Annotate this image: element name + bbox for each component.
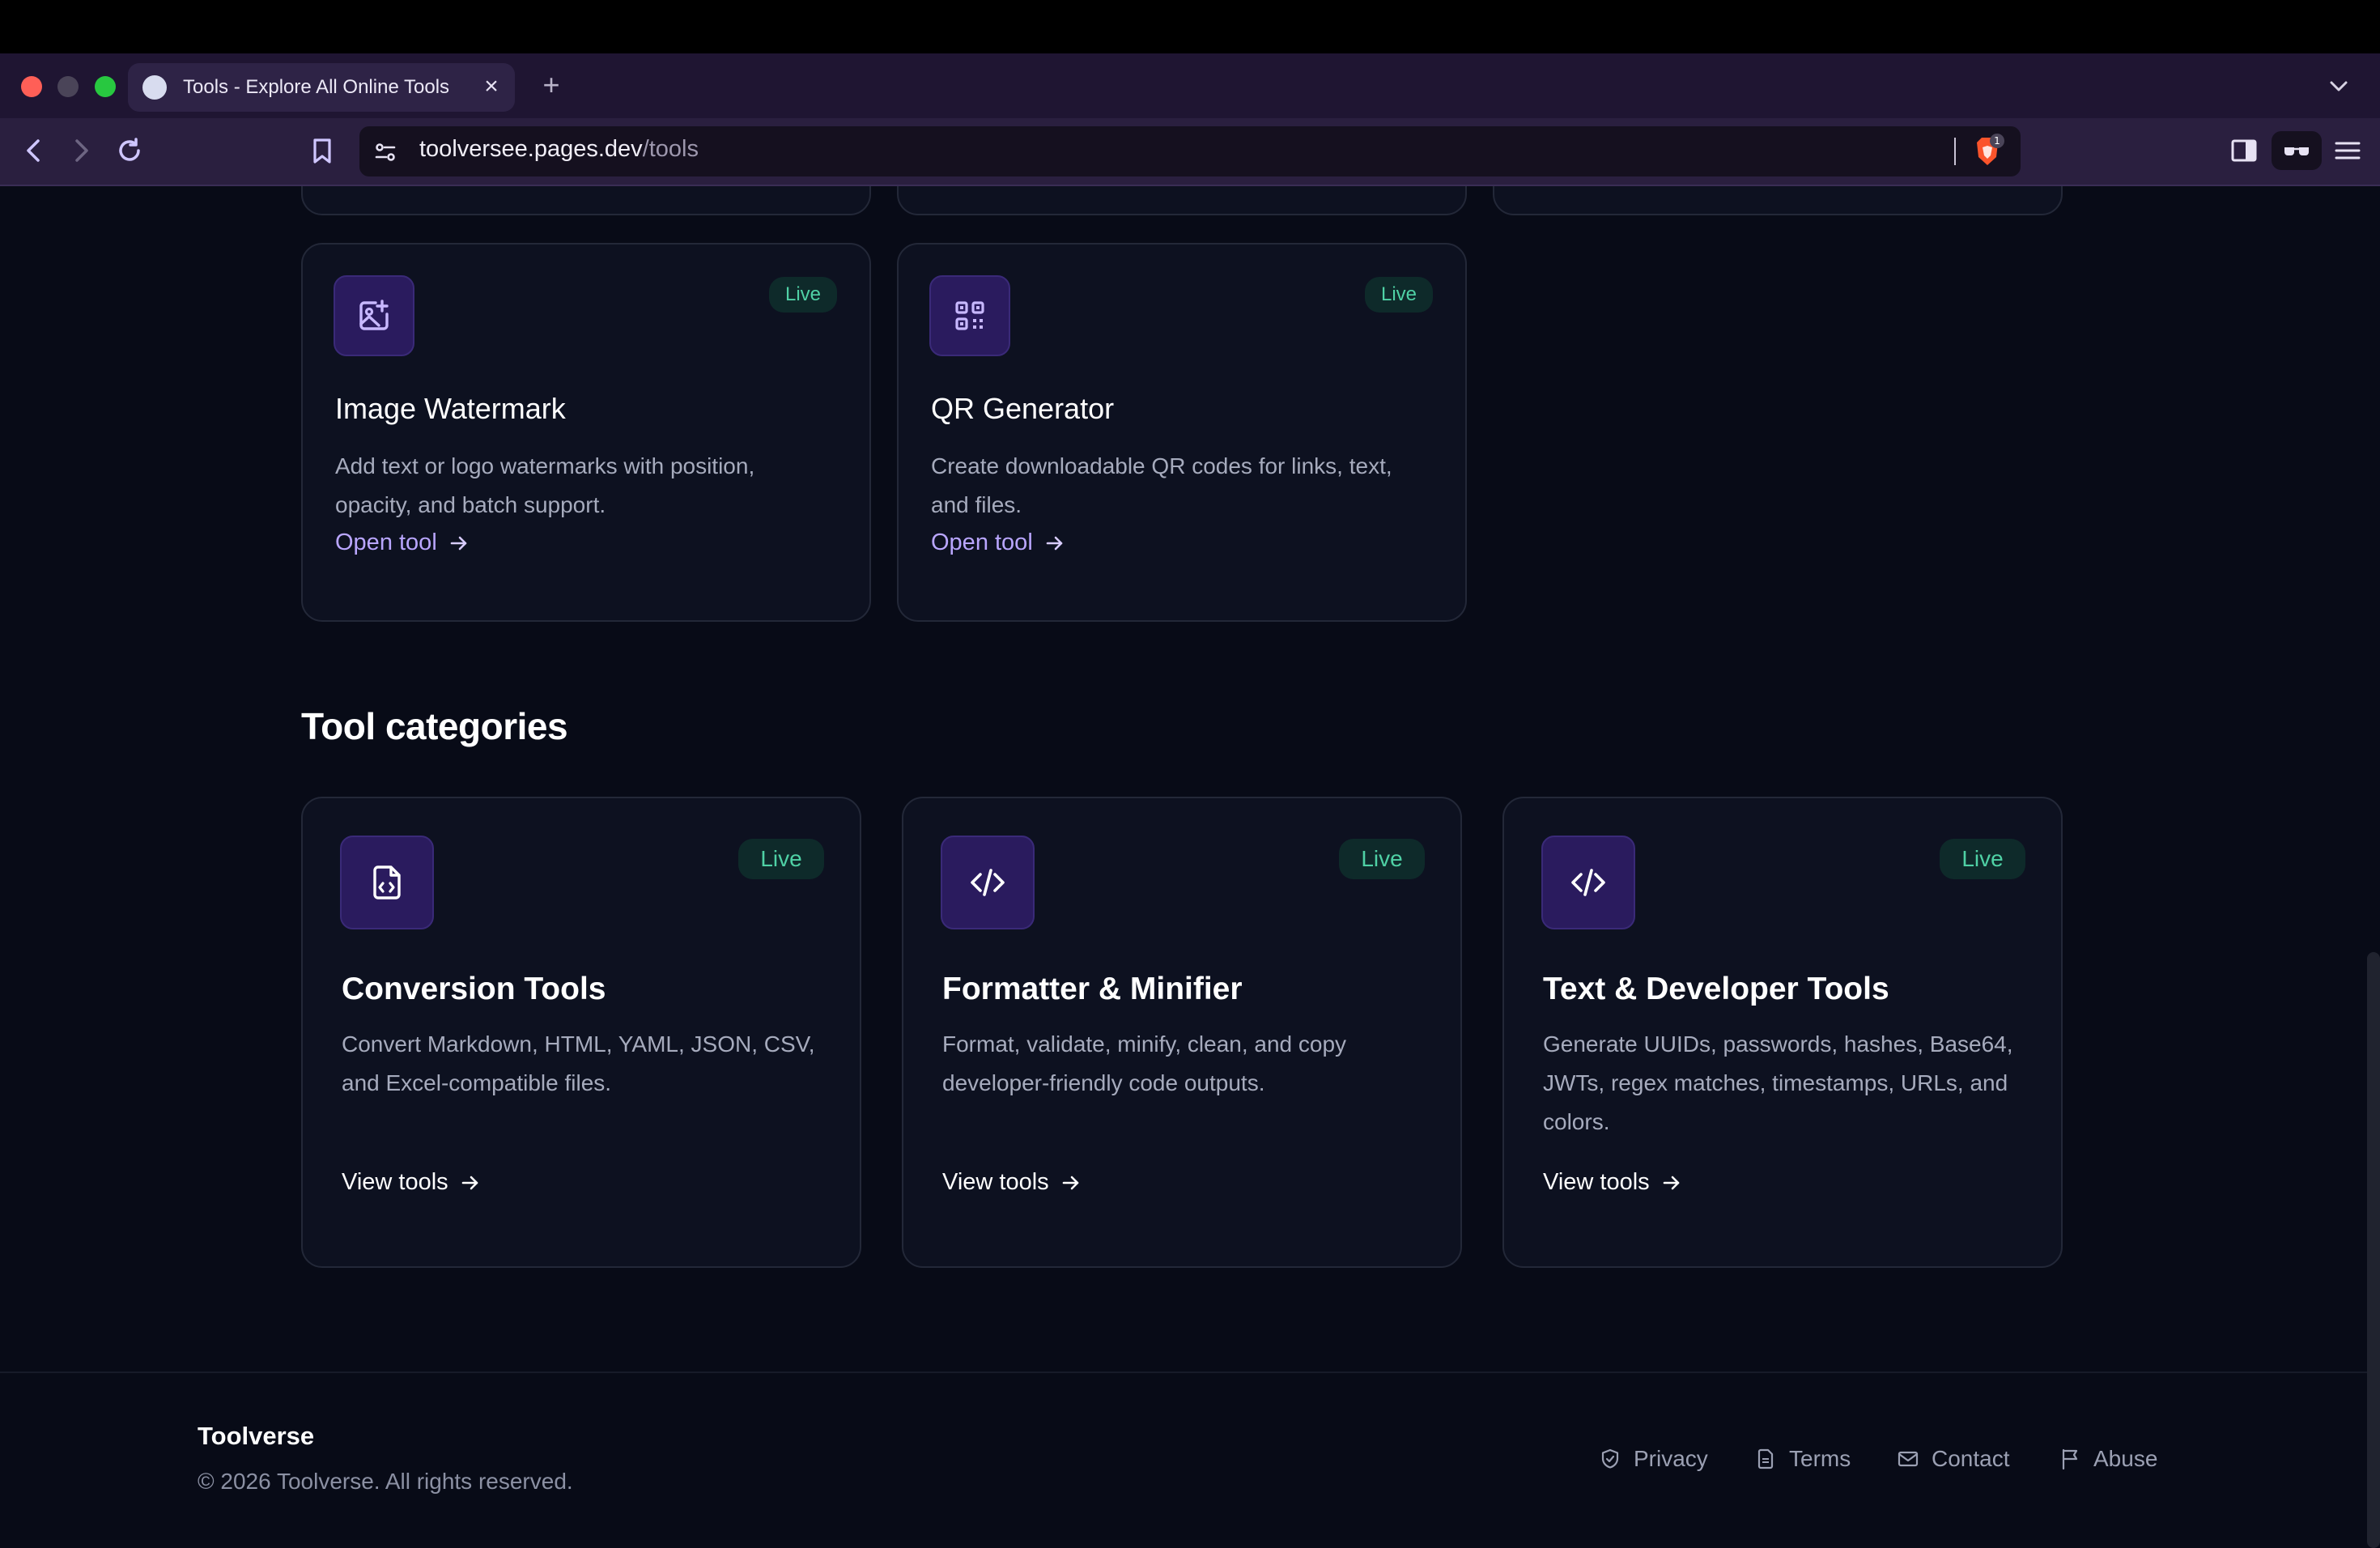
tool-icon-box: [334, 275, 414, 356]
footer-link-label: Terms: [1789, 1446, 1851, 1471]
category-description: Generate UUIDs, passwords, hashes, Base6…: [1543, 1031, 2013, 1134]
arrow-right-icon: [1062, 1176, 1078, 1189]
menu-icon[interactable]: [2331, 134, 2364, 167]
shield-icon: [1601, 1448, 1619, 1469]
brave-shields-icon[interactable]: 1: [1970, 133, 2004, 170]
image-plus-icon: [359, 300, 389, 330]
section-title: Tool categories: [301, 705, 568, 747]
footer-link-terms[interactable]: Terms: [1753, 1446, 1851, 1472]
open-tool-link[interactable]: Open tool: [335, 529, 470, 556]
category-description: Format, validate, minify, clean, and cop…: [942, 1031, 1347, 1095]
sidebar-toggle-icon[interactable]: [2228, 134, 2260, 167]
status-badge: Live: [1339, 839, 1425, 879]
footer-link-contact[interactable]: Contact: [1896, 1446, 2010, 1472]
footer-brand[interactable]: Toolverse: [198, 1422, 314, 1451]
page-viewport: Live Image Watermark Add text or logo wa…: [0, 186, 2380, 1548]
footer-link-privacy[interactable]: Privacy: [1598, 1446, 1708, 1472]
tool-icon-box: [929, 275, 1010, 356]
back-icon[interactable]: [18, 134, 50, 167]
category-title: Conversion Tools: [342, 972, 606, 1006]
qr-code-icon: [955, 301, 984, 330]
category-title: Formatter & Minifier: [942, 972, 1243, 1006]
footer-link-label: Abuse: [2093, 1446, 2158, 1471]
new-tab-button[interactable]: +: [538, 70, 565, 100]
tool-card-image-watermark[interactable]: Live Image Watermark Add text or logo wa…: [301, 243, 871, 622]
minimize-window-button[interactable]: [57, 76, 79, 97]
category-icon-box: [941, 836, 1035, 929]
url-text[interactable]: toolversee.pages.dev/tools: [419, 136, 699, 163]
arrow-right-icon: [461, 1176, 478, 1189]
status-badge: Live: [1940, 839, 2025, 879]
category-icon-box: [340, 836, 434, 929]
active-tab[interactable]: Tools - Explore All Online Tools ×: [128, 63, 515, 112]
scrollbar-thumb[interactable]: [2367, 952, 2380, 1548]
forward-icon[interactable]: [65, 134, 97, 167]
view-tools-label: View tools: [1543, 1169, 1650, 1195]
tool-card-previous[interactable]: [1493, 186, 2063, 215]
category-card-text-developer-tools[interactable]: Live Text & Developer Tools Generate UUI…: [1502, 797, 2063, 1268]
site-settings-icon[interactable]: [372, 139, 398, 165]
category-card-formatter-minifier[interactable]: Live Formatter & Minifier Format, valida…: [902, 797, 1462, 1268]
os-menubar: [0, 0, 2380, 53]
omnibox-divider: [1954, 138, 1956, 165]
view-tools-label: View tools: [342, 1169, 448, 1195]
open-tool-label: Open tool: [335, 529, 437, 555]
favicon-icon: [142, 75, 167, 100]
glasses-icon: [2284, 147, 2309, 155]
reader-mode-button[interactable]: [2272, 131, 2322, 170]
bookmark-icon[interactable]: [306, 134, 338, 167]
arrow-right-icon: [450, 536, 467, 550]
close-window-button[interactable]: [21, 76, 42, 97]
category-title: Text & Developer Tools: [1543, 972, 1889, 1006]
close-tab-icon[interactable]: ×: [479, 74, 504, 99]
mail-icon: [1898, 1451, 1919, 1467]
view-tools-link[interactable]: View tools: [942, 1169, 1082, 1196]
reload-icon[interactable]: [113, 134, 146, 167]
status-badge: Live: [1365, 277, 1433, 313]
open-tool-link[interactable]: Open tool: [931, 529, 1065, 556]
footer-link-abuse[interactable]: Abuse: [2058, 1446, 2157, 1472]
url-host: toolversee.pages.dev: [419, 136, 643, 162]
shields-count: 1: [1994, 135, 2000, 147]
tab-title: Tools - Explore All Online Tools: [183, 76, 450, 98]
chevron-down-icon[interactable]: [2325, 74, 2352, 99]
footer-divider: [0, 1372, 2367, 1373]
view-tools-link[interactable]: View tools: [1543, 1169, 1682, 1196]
category-card-conversion-tools[interactable]: Live Conversion Tools Convert Markdown, …: [301, 797, 861, 1268]
tool-description: Add text or logo watermarks with positio…: [335, 453, 755, 517]
footer-copyright: © 2026 Toolverse. All rights reserved.: [198, 1469, 573, 1494]
status-badge: Live: [769, 277, 837, 313]
tool-title: Image Watermark: [335, 392, 566, 425]
footer-link-label: Contact: [1932, 1446, 2010, 1471]
maximize-window-button[interactable]: [95, 76, 116, 97]
category-description: Convert Markdown, HTML, YAML, JSON, CSV,…: [342, 1031, 815, 1095]
document-icon: [1757, 1448, 1774, 1469]
category-icon-box: [1541, 836, 1635, 929]
code-icon: [971, 869, 1005, 896]
open-tool-label: Open tool: [931, 529, 1033, 555]
tool-card-previous[interactable]: [301, 186, 871, 215]
flag-icon: [2062, 1448, 2078, 1470]
file-code-icon: [373, 865, 401, 899]
arrow-right-icon: [1663, 1176, 1679, 1189]
tool-card-qr-generator[interactable]: Live QR Generator Create downloadable QR…: [897, 243, 1467, 622]
tool-description: Create downloadable QR codes for links, …: [931, 453, 1392, 517]
footer-link-label: Privacy: [1634, 1446, 1708, 1471]
view-tools-label: View tools: [942, 1169, 1049, 1195]
arrow-right-icon: [1046, 536, 1063, 550]
view-tools-link[interactable]: View tools: [342, 1169, 481, 1196]
code-icon: [1571, 869, 1605, 896]
tool-card-previous[interactable]: [897, 186, 1467, 215]
tool-title: QR Generator: [931, 392, 1115, 425]
url-path: /tools: [642, 136, 699, 162]
status-badge: Live: [738, 839, 824, 879]
